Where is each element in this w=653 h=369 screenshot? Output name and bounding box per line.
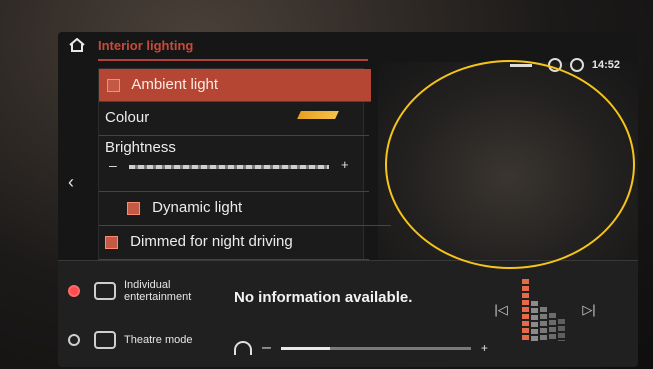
ambient-light-label: Ambient light bbox=[131, 76, 219, 93]
volume-plus[interactable]: + bbox=[481, 341, 488, 355]
dimmed-label: Dimmed for night driving bbox=[130, 233, 293, 250]
equalizer-bar bbox=[540, 307, 547, 341]
checkbox-checked-icon bbox=[127, 201, 140, 215]
checkbox-checked-icon bbox=[105, 235, 118, 249]
person-icon bbox=[94, 282, 116, 300]
menu-item-brightness[interactable]: Brightness – + bbox=[99, 135, 369, 192]
screen-icon bbox=[94, 331, 116, 349]
menu-item-dimmed-night[interactable]: Dimmed for night driving bbox=[99, 225, 369, 260]
home-tab[interactable] bbox=[58, 32, 96, 62]
page-title: Interior lighting bbox=[98, 38, 194, 53]
source-label: Individual entertainment bbox=[124, 279, 192, 303]
title-underline bbox=[98, 59, 368, 61]
source-theatre-mode[interactable]: Theatre mode bbox=[68, 331, 192, 349]
volume-control[interactable]: – + bbox=[234, 339, 488, 357]
brightness-plus[interactable]: + bbox=[341, 157, 349, 172]
skip-previous-icon[interactable]: |◁ bbox=[492, 302, 510, 318]
clock: 14:52 bbox=[591, 59, 620, 71]
no-info-text: No information available. bbox=[234, 289, 413, 306]
brightness-slider[interactable] bbox=[129, 165, 329, 169]
equalizer-bar bbox=[531, 301, 538, 341]
colour-label: Colour bbox=[105, 109, 150, 126]
equalizer-bar bbox=[558, 319, 565, 341]
volume-fill bbox=[280, 346, 331, 350]
equalizer-visual bbox=[522, 279, 568, 341]
media-controls: |◁ ▷| bbox=[492, 279, 598, 341]
settings-icon bbox=[569, 58, 584, 72]
lighting-menu: Ambient light Colour Brightness – + Dyna… bbox=[98, 68, 391, 292]
source-individual-entertainment[interactable]: Individual entertainment bbox=[68, 279, 214, 303]
radio-selected-icon bbox=[68, 285, 80, 297]
volume-minus[interactable]: – bbox=[262, 339, 271, 357]
home-icon bbox=[69, 37, 85, 57]
menu-item-colour[interactable]: Colour bbox=[99, 101, 369, 136]
skip-next-icon[interactable]: ▷| bbox=[580, 302, 598, 318]
brightness-label: Brightness bbox=[105, 139, 176, 156]
checkbox-checked-icon bbox=[107, 78, 120, 92]
highlight-circle bbox=[385, 60, 635, 269]
colour-swatch bbox=[297, 111, 339, 119]
source-label: Theatre mode bbox=[124, 334, 193, 346]
dynamic-light-label: Dynamic light bbox=[152, 199, 243, 216]
chevron-left-icon[interactable]: ‹ bbox=[68, 172, 74, 193]
equalizer-bar bbox=[522, 279, 529, 341]
headphones-icon bbox=[234, 341, 252, 355]
volume-slider[interactable] bbox=[280, 346, 471, 350]
radio-unselected-icon bbox=[68, 334, 80, 346]
menu-item-dynamic-light[interactable]: Dynamic light bbox=[99, 191, 391, 226]
entertainment-bar: Individual entertainment Theatre mode No… bbox=[58, 260, 638, 367]
brightness-minus[interactable]: – bbox=[109, 157, 117, 173]
menu-item-ambient-light[interactable]: Ambient light bbox=[99, 69, 371, 102]
equalizer-bar bbox=[549, 313, 556, 341]
